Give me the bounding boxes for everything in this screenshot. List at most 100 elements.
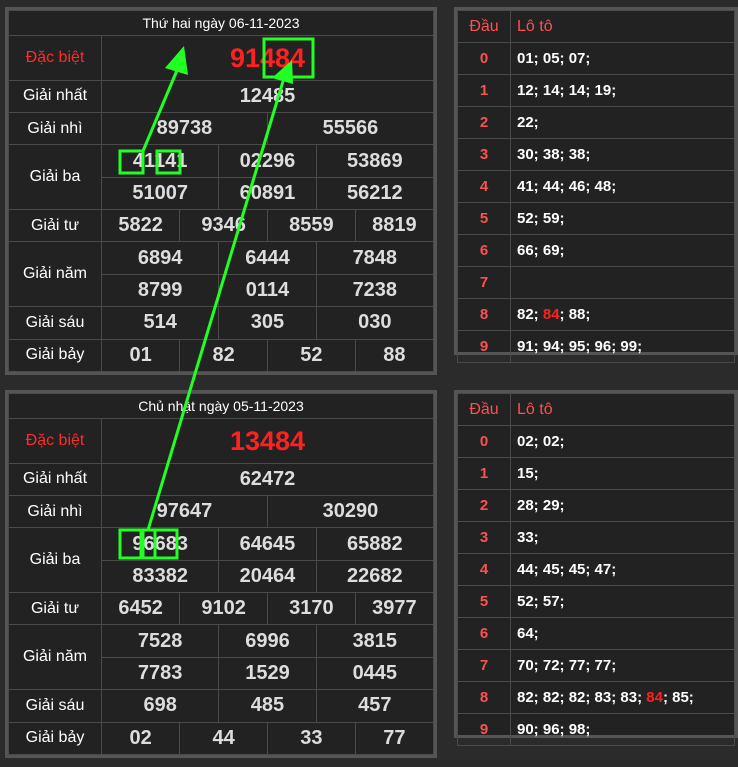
sixth-prize-value: 698: [100, 689, 220, 723]
fifth-prize-value: 7783: [100, 656, 220, 691]
seventh-prize-label: Giải bảy: [8, 338, 102, 372]
special-prize-label: Đặc biệt: [8, 418, 102, 464]
loto-values-part: 82; 82; 82; 83; 83;: [517, 689, 643, 706]
loto-values: 91; 94; 95; 96; 99;: [510, 330, 735, 363]
seventh-prize-value: 44: [179, 721, 268, 755]
loto-head-digit: 7: [457, 266, 511, 299]
first-prize-label: Giải nhất: [8, 79, 102, 114]
loto-head-digit: 4: [457, 170, 511, 203]
loto-values: 44; 45; 45; 47;: [510, 553, 735, 586]
fifth-prize-value: 8799: [100, 273, 220, 308]
loto-head-digit: 3: [457, 138, 511, 171]
fourth-prize-label: Giải tư: [8, 209, 102, 243]
third-prize-value: 51007: [100, 176, 220, 211]
fifth-prize-value: 7848: [315, 241, 435, 275]
loto-values: 28; 29;: [510, 489, 735, 522]
loto-values: 82; 82; 82; 83; 83; 84; 85;: [510, 681, 735, 714]
loto-values: 15;: [510, 457, 735, 490]
sixth-prize-value: 514: [100, 306, 220, 340]
fifth-prize-value: 1529: [218, 656, 317, 691]
head-column-header: Đầu: [457, 393, 511, 426]
loto-values: 52; 59;: [510, 202, 735, 235]
third-prize-value: 22682: [315, 559, 435, 594]
loto-head-digit: 8: [457, 681, 511, 714]
seventh-prize-value: 88: [354, 338, 435, 372]
loto-values: 90; 96; 98;: [510, 713, 735, 746]
seventh-prize-value: 02: [100, 721, 181, 755]
loto-values-part: ; 85;: [662, 689, 694, 706]
third-prize-value: 41141: [100, 144, 220, 178]
second-prize-label: Giải nhì: [8, 495, 102, 529]
third-prize-value: 02296: [218, 144, 317, 178]
loto-head-digit: 5: [457, 585, 511, 618]
first-prize-label: Giải nhất: [8, 462, 102, 497]
seventh-prize-value: 52: [266, 338, 356, 372]
loto-values: [510, 266, 735, 299]
third-prize-label: Giải ba: [8, 527, 102, 594]
loto-highlight-value: 84: [646, 689, 663, 706]
first-prize-value: 62472: [101, 462, 434, 497]
loto-values: 70; 72; 77; 77;: [510, 649, 735, 682]
loto-head-digit: 4: [457, 553, 511, 586]
special-prize-label: Đặc biệt: [8, 35, 102, 81]
loto-head-digit: 1: [457, 74, 511, 107]
third-prize-value: 53869: [315, 144, 435, 178]
loto-head-digit: 5: [457, 202, 511, 235]
fourth-prize-value: 9102: [179, 592, 268, 626]
fourth-prize-label: Giải tư: [8, 592, 102, 626]
bottom-results-panel: Chủ nhật ngày 05-11-2023 Đặc biệt 13484 G…: [5, 390, 437, 758]
loto-values: 41; 44; 46; 48;: [510, 170, 735, 203]
fourth-prize-value: 9346: [179, 209, 268, 243]
fifth-prize-value: 6996: [218, 624, 317, 658]
top-results-panel: Thứ hai ngày 06-11-2023 Đặc biệt 91484 Gi…: [5, 7, 437, 375]
fourth-prize-value: 8559: [266, 209, 356, 243]
loto-head-digit: 9: [457, 713, 511, 746]
first-prize-value: 12485: [101, 79, 434, 114]
fifth-prize-value: 0445: [315, 656, 435, 691]
sixth-prize-value: 030: [315, 306, 435, 340]
loto-values-part: 82;: [517, 306, 539, 323]
loto-head-digit: 2: [457, 106, 511, 139]
bottom-loto-panel: Đầu Lô tô 0 02; 02; 1 15; 2 28; 29; 3 33; 4 44…: [454, 390, 738, 746]
fifth-prize-value: 7528: [100, 624, 220, 658]
loto-values: 22;: [510, 106, 735, 139]
fourth-prize-value: 3977: [354, 592, 435, 626]
loto-head-digit: 0: [457, 42, 511, 75]
fourth-prize-value: 8819: [354, 209, 435, 243]
loto-head-digit: 2: [457, 489, 511, 522]
sixth-prize-value: 305: [218, 306, 317, 340]
fifth-prize-value: 7238: [315, 273, 435, 308]
fifth-prize-label: Giải năm: [8, 624, 102, 691]
special-prize-value: 91484: [101, 35, 434, 81]
loto-values: 52; 57;: [510, 585, 735, 618]
results-date-title: Chủ nhật ngày 05-11-2023: [8, 392, 434, 420]
loto-values: 01; 05; 07;: [510, 42, 735, 75]
loto-head-digit: 1: [457, 457, 511, 490]
loto-values: 12; 14; 14; 19;: [510, 74, 735, 107]
fourth-prize-value: 3170: [266, 592, 356, 626]
fifth-prize-value: 6894: [100, 241, 220, 275]
third-prize-value: 20464: [218, 559, 317, 594]
seventh-prize-value: 01: [100, 338, 181, 372]
loto-head-digit: 0: [457, 425, 511, 458]
fifth-prize-value: 0114: [218, 273, 317, 308]
loto-column-header: Lô tô: [510, 393, 735, 426]
loto-values: 64;: [510, 617, 735, 650]
third-prize-value: 83382: [100, 559, 220, 594]
seventh-prize-value: 77: [354, 721, 435, 755]
sixth-prize-value: 485: [218, 689, 317, 723]
third-prize-value: 96683: [100, 527, 220, 561]
loto-values: 33;: [510, 521, 735, 554]
fifth-prize-label: Giải năm: [8, 241, 102, 308]
loto-head-digit: 9: [457, 330, 511, 363]
second-prize-value: 97647: [101, 495, 268, 529]
third-prize-value: 65882: [315, 527, 435, 561]
loto-head-digit: 6: [457, 234, 511, 267]
second-prize-value: 89738: [101, 112, 268, 146]
loto-head-digit: 8: [457, 298, 511, 331]
seventh-prize-label: Giải bảy: [8, 721, 102, 755]
second-prize-value: 55566: [266, 112, 435, 146]
loto-values-part: ; 88;: [559, 306, 591, 323]
top-loto-panel: Đầu Lô tô 0 01; 05; 07; 1 12; 14; 14; 19; 2…: [454, 7, 738, 363]
loto-values: 66; 69;: [510, 234, 735, 267]
